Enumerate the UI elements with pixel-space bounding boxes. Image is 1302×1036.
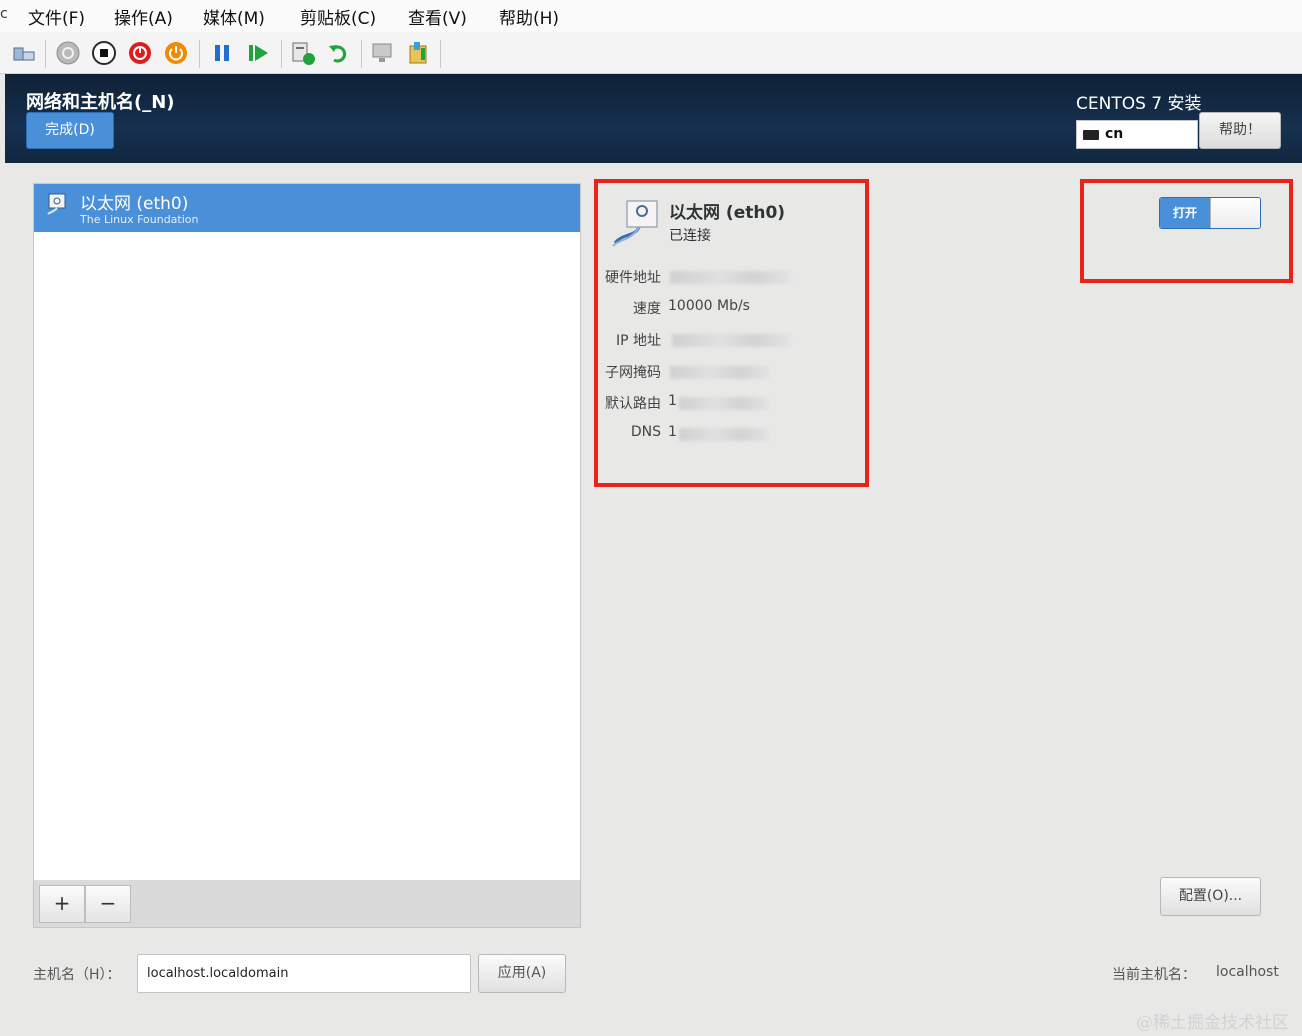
- resume-icon[interactable]: [245, 40, 271, 66]
- menu-help[interactable]: 帮助(H): [499, 4, 559, 29]
- detail-value: 1: [668, 424, 677, 440]
- detail-label: IP 地址: [615, 333, 661, 349]
- detail-label: 默认路由: [605, 396, 661, 412]
- menu-view[interactable]: 查看(V): [408, 4, 467, 29]
- hostname-label: 主机名（H）：: [33, 967, 121, 983]
- host-menu-bar: c 文件(F) 操作(A) 媒体(M) 剪贴板(C) 查看(V) 帮助(H): [0, 0, 1302, 32]
- keyboard-icon: [1083, 130, 1099, 140]
- page-title: 网络和主机名(_N): [26, 92, 175, 113]
- ethernet-icon: [46, 192, 70, 216]
- menu-edge-fragment: c: [0, 6, 8, 22]
- done-button[interactable]: 完成(D): [26, 112, 114, 149]
- detail-label: DNS: [630, 424, 661, 440]
- detail-label: 速度: [633, 301, 661, 317]
- wired-network-icon: [609, 197, 661, 249]
- power-icon[interactable]: [163, 40, 189, 66]
- detail-row-ip-address: IP 地址: [595, 330, 868, 352]
- connection-status: 已连接: [669, 228, 711, 244]
- spoke-header: 网络和主机名(_N) 完成(D) CENTOS 7 安装 cn 帮助！: [5, 74, 1302, 163]
- network-device-list: 以太网 (eth0) The Linux Foundation: [33, 183, 581, 881]
- add-device-button[interactable]: +: [39, 885, 85, 923]
- detail-row-hw-address: 硬件地址: [595, 267, 868, 289]
- detail-row-default-route: 默认路由 1: [595, 393, 868, 415]
- product-title: CENTOS 7 安装: [1076, 94, 1202, 114]
- detail-label: 硬件地址: [605, 270, 661, 286]
- keyboard-layout-indicator[interactable]: cn: [1076, 120, 1198, 149]
- switch-on-label: 打开: [1160, 198, 1210, 228]
- menu-file[interactable]: 文件(F): [28, 4, 85, 29]
- start-icon[interactable]: [55, 40, 81, 66]
- detail-row-speed: 速度 10000 Mb/s: [595, 298, 868, 320]
- menu-media[interactable]: 媒体(M): [203, 4, 265, 29]
- device-on-off-switch[interactable]: 打开: [1159, 197, 1261, 229]
- detail-device-name: 以太网 (eth0): [669, 203, 786, 223]
- ctrl-alt-del-icon[interactable]: [11, 40, 37, 66]
- detail-value: 10000 Mb/s: [668, 298, 750, 314]
- apply-hostname-button[interactable]: 应用(A): [478, 954, 566, 993]
- current-hostname-value: localhost: [1216, 964, 1279, 980]
- switch-knob[interactable]: [1210, 198, 1260, 228]
- watermark: @稀土掘金技术社区: [1136, 1013, 1289, 1033]
- detail-value: 1: [668, 393, 677, 409]
- keyboard-layout-label: cn: [1105, 126, 1124, 142]
- pause-icon[interactable]: [209, 40, 235, 66]
- device-list-toolbar: + −: [33, 880, 581, 928]
- device-name: 以太网 (eth0): [80, 194, 189, 214]
- remove-device-button[interactable]: −: [85, 885, 131, 923]
- revert-icon[interactable]: [326, 40, 352, 66]
- device-vendor: The Linux Foundation: [80, 213, 199, 226]
- redacted-value: [679, 428, 769, 441]
- redacted-value: [672, 334, 792, 347]
- configure-button[interactable]: 配置(O)...: [1160, 877, 1261, 916]
- share-icon[interactable]: [406, 40, 432, 66]
- host-toolbar: [0, 32, 1302, 74]
- current-hostname-label: 当前主机名：: [1112, 967, 1196, 983]
- checkpoint-icon[interactable]: [290, 40, 316, 66]
- device-details-panel: 以太网 (eth0) 已连接 硬件地址 速度 10000 Mb/s IP 地址 …: [595, 179, 868, 486]
- redacted-value: [679, 397, 769, 410]
- menu-action[interactable]: 操作(A): [114, 4, 173, 29]
- list-item-eth0[interactable]: 以太网 (eth0) The Linux Foundation: [34, 184, 580, 232]
- highlight-toggle-box: [1080, 179, 1293, 283]
- detail-row-dns: DNS 1: [595, 424, 868, 446]
- enhanced-session-icon[interactable]: [370, 40, 396, 66]
- turn-off-icon[interactable]: [91, 40, 117, 66]
- help-button[interactable]: 帮助！: [1199, 112, 1281, 149]
- redacted-value: [670, 271, 792, 284]
- detail-row-subnet-mask: 子网掩码: [595, 362, 868, 384]
- vm-screen: 网络和主机名(_N) 完成(D) CENTOS 7 安装 cn 帮助！ 以太网 …: [5, 74, 1302, 1036]
- hostname-input[interactable]: [137, 954, 471, 993]
- menu-clipboard[interactable]: 剪贴板(C): [300, 4, 376, 29]
- shutdown-icon[interactable]: [127, 40, 153, 66]
- detail-label: 子网掩码: [605, 365, 661, 381]
- redacted-value: [670, 366, 770, 379]
